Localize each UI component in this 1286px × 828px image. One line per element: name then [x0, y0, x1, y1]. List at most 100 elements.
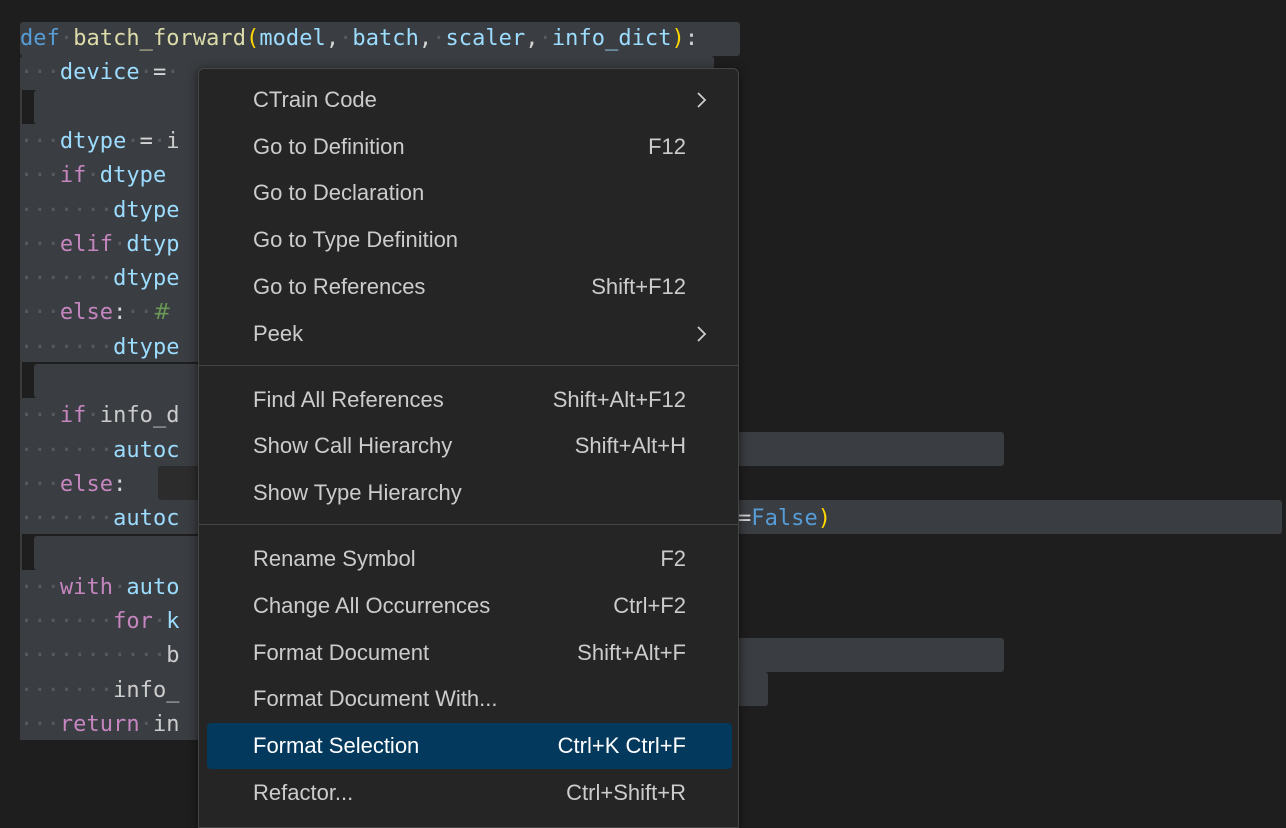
- code-token: =: [139, 128, 153, 154]
- code-token: False: [751, 506, 818, 532]
- menu-item-go-to-declaration[interactable]: Go to Declaration: [207, 170, 732, 216]
- code-token: (: [246, 26, 260, 51]
- menu-item-label: Change All Occurrences: [253, 593, 491, 618]
- context-menu: CTrain Code Go to Definition F12 Go to D…: [198, 68, 739, 828]
- code-token: ···: [20, 574, 60, 600]
- code-token: batch_forward: [73, 26, 247, 51]
- code-token: ···: [20, 300, 60, 326]
- selection-highlight: [738, 638, 1004, 672]
- code-token: info_dict: [551, 26, 672, 51]
- menu-item-label: Show Type Hierarchy: [253, 480, 462, 505]
- menu-item-show-call-hierarchy[interactable]: Show Call Hierarchy Shift+Alt+H: [207, 423, 732, 469]
- code-line[interactable]: ···if·dtype: [20, 159, 166, 193]
- code-token: :: [684, 26, 699, 51]
- menu-item-shortcut: F2: [660, 546, 686, 571]
- code-token: ·: [152, 609, 167, 635]
- code-token: if: [59, 403, 87, 429]
- code-token: =: [152, 60, 167, 86]
- selection-highlight: [738, 432, 1004, 466]
- code-token: ···: [20, 712, 60, 737]
- code-token: else: [59, 300, 114, 326]
- code-token: ·: [339, 26, 353, 51]
- code-line[interactable]: ···dtype·=·i: [20, 125, 180, 159]
- selection-highlight: [34, 536, 214, 570]
- code-line[interactable]: ···else:··#: [20, 296, 171, 330]
- code-token: auto: [126, 574, 180, 600]
- menu-item-shortcut: Shift+Alt+H: [574, 433, 686, 458]
- code-token: ·······: [20, 266, 114, 292]
- code-token: ···········: [20, 643, 167, 669]
- code-line[interactable]: ···else:: [20, 468, 126, 502]
- code-token: ): [817, 506, 832, 532]
- menu-item-rename-symbol[interactable]: Rename Symbol F2: [207, 536, 732, 582]
- menu-item-label: Go to References: [253, 274, 426, 299]
- code-line[interactable]: ·······dtype: [20, 262, 180, 296]
- selection-highlight: [34, 90, 214, 124]
- menu-item-shortcut: F12: [648, 134, 686, 159]
- menu-item-show-type-hierarchy[interactable]: Show Type Hierarchy: [207, 470, 732, 516]
- code-line[interactable]: def·batch_forward(model,·batch,·scaler,·…: [20, 22, 698, 56]
- menu-item-label: Format Selection: [253, 733, 420, 758]
- code-line[interactable]: ···with·auto: [20, 571, 180, 605]
- menu-item-go-to-definition[interactable]: Go to Definition F12: [207, 124, 732, 170]
- code-token: ·: [86, 403, 100, 429]
- code-token: ·······: [20, 197, 114, 223]
- code-line[interactable]: ·······dtype: [20, 194, 180, 228]
- menu-item-go-to-type-definition[interactable]: Go to Type Definition: [207, 217, 732, 263]
- menu-item-ctrain-code[interactable]: CTrain Code: [207, 77, 732, 123]
- menu-item-peek[interactable]: Peek: [207, 311, 732, 357]
- menu-item-label: Format Document: [253, 640, 430, 665]
- code-line[interactable]: ···return·in: [20, 708, 180, 742]
- code-token: ·: [139, 712, 153, 737]
- menu-item-change-all-occurrences[interactable]: Change All Occurrences Ctrl+F2: [207, 583, 732, 629]
- code-token: autoc: [113, 506, 180, 532]
- menu-item-format-document-with[interactable]: Format Document With...: [207, 676, 732, 722]
- code-token: ·: [126, 128, 140, 154]
- code-token: for: [113, 609, 153, 635]
- code-token: ,: [325, 26, 340, 51]
- code-token: ·: [113, 574, 127, 600]
- code-token: ·······: [20, 506, 114, 532]
- code-token: ,: [418, 26, 433, 51]
- code-token: ···: [20, 60, 60, 86]
- menu-item-format-selection[interactable]: Format Selection Ctrl+K Ctrl+F: [207, 723, 732, 769]
- code-token: ···: [20, 231, 60, 257]
- selection-highlight: [34, 364, 214, 398]
- code-token: ·······: [20, 334, 114, 360]
- menu-separator: [199, 365, 738, 366]
- code-line[interactable]: ···if·info_d: [20, 399, 180, 433]
- code-token: ···: [20, 403, 60, 429]
- code-token: ·: [432, 26, 446, 51]
- code-line[interactable]: ·······for·k: [20, 605, 180, 639]
- code-line[interactable]: ·······dtype: [20, 331, 180, 365]
- code-token: device: [59, 60, 140, 86]
- code-token: ): [671, 26, 685, 51]
- code-token: dtype: [113, 197, 180, 223]
- code-token: ·: [538, 26, 552, 51]
- code-token: ,: [525, 26, 539, 51]
- menu-item-format-document[interactable]: Format Document Shift+Alt+F: [207, 630, 732, 676]
- code-token: dtype: [99, 163, 167, 189]
- menu-item-label: Refactor...: [253, 780, 354, 805]
- code-token: ·: [59, 26, 74, 51]
- code-token: :: [113, 300, 127, 326]
- menu-item-go-to-references[interactable]: Go to References Shift+F12: [207, 264, 732, 310]
- code-token: if: [59, 163, 87, 189]
- code-line[interactable]: ···device·=·: [20, 56, 180, 90]
- menu-item-shortcut: Shift+Alt+F12: [552, 387, 686, 412]
- code-token: batch: [352, 26, 419, 51]
- menu-item-label: Show Call Hierarchy: [253, 433, 453, 458]
- code-token: dtyp: [126, 231, 180, 257]
- code-token: return: [59, 712, 140, 737]
- menu-item-label: Rename Symbol: [253, 546, 416, 571]
- code-token: ·······: [20, 609, 114, 635]
- code-line[interactable]: ···elif·dtyp: [20, 228, 180, 262]
- menu-item-refactor[interactable]: Refactor... Ctrl+Shift+R: [207, 770, 732, 816]
- code-token: with: [59, 574, 114, 600]
- menu-item-find-all-references[interactable]: Find All References Shift+Alt+F12: [207, 377, 732, 423]
- menu-item-label: Find All References: [253, 387, 444, 412]
- menu-item-label: Format Document With...: [253, 686, 498, 711]
- code-token: else: [59, 471, 114, 497]
- menu-item-label: Go to Definition: [253, 134, 405, 159]
- chevron-right-icon: [697, 326, 707, 342]
